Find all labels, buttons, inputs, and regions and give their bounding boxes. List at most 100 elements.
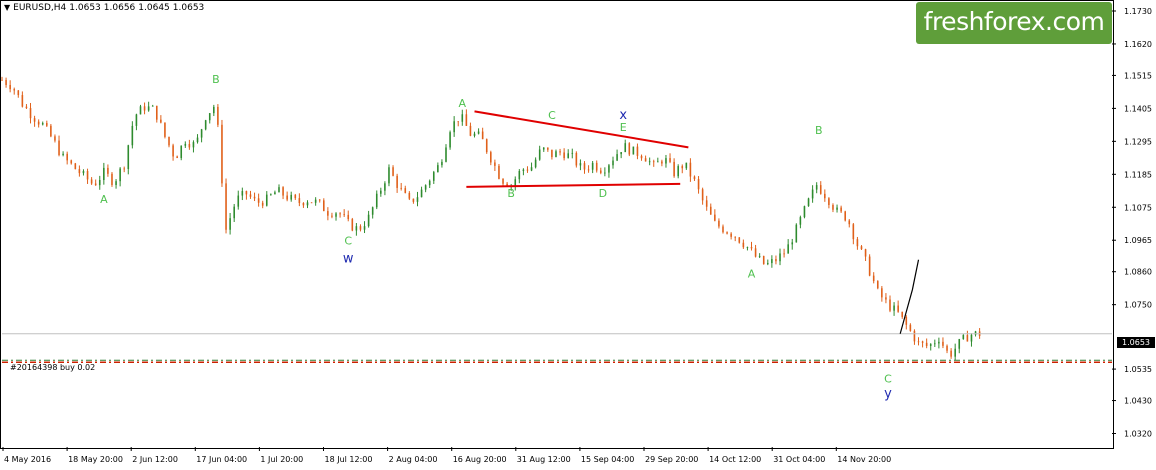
candle-body	[803, 206, 806, 218]
candle-body	[697, 179, 700, 190]
candle-body	[327, 211, 329, 216]
candle-body	[657, 161, 659, 163]
candle-body	[632, 146, 635, 155]
candle-body	[498, 165, 500, 179]
candle-body	[469, 125, 472, 136]
candle-body	[526, 169, 529, 171]
candle-body	[465, 114, 468, 126]
candle-body	[404, 188, 407, 193]
candle-body	[180, 145, 183, 159]
menu-triangle-icon[interactable]: ▼	[4, 3, 10, 12]
candle-body	[648, 161, 651, 163]
candle-body	[730, 233, 732, 237]
candle-body	[693, 176, 696, 180]
candle-body	[681, 166, 684, 169]
candle-body	[885, 297, 887, 300]
candle-body	[514, 179, 517, 186]
candle-body	[58, 140, 60, 156]
candle-body	[917, 341, 920, 343]
candle-body	[913, 330, 916, 342]
candle-body	[290, 194, 293, 200]
candle-body	[282, 187, 284, 196]
candle-body	[412, 198, 415, 202]
candle-body	[563, 152, 565, 159]
candle-body	[652, 161, 655, 163]
candle-body	[388, 167, 390, 184]
candle-body	[139, 106, 142, 115]
candle-body	[604, 172, 606, 174]
x-tick-label: 14 Oct 12:00	[709, 455, 761, 464]
wave-label: A	[748, 268, 756, 281]
candle-body	[954, 348, 956, 357]
candle-body	[473, 133, 476, 136]
order-label[interactable]: #20164398 buy 0.02	[10, 363, 95, 372]
candle-body	[5, 80, 7, 85]
candle-body	[734, 236, 737, 238]
x-tick-label: 2 Jun 12:00	[132, 455, 178, 464]
candle-body	[50, 125, 52, 137]
wave-label: C	[344, 235, 352, 248]
candle-body	[934, 343, 936, 345]
candle-body	[754, 248, 757, 257]
candle-body	[559, 151, 561, 153]
y-tick-label: 1.1515	[1124, 71, 1152, 80]
candle-body	[331, 215, 333, 217]
candle-body	[424, 185, 427, 190]
candle-body	[457, 121, 460, 123]
candle-body	[787, 244, 789, 254]
candle-body	[302, 203, 305, 206]
candle-body	[400, 187, 402, 189]
candle-body	[278, 187, 280, 193]
candle-body	[807, 198, 810, 207]
candle-body	[66, 153, 68, 161]
candle-body	[738, 237, 741, 243]
candle-body	[41, 123, 44, 125]
candle-body	[200, 129, 203, 138]
candle-body	[950, 350, 952, 357]
wave-label: w	[343, 252, 354, 267]
candle-body	[661, 161, 663, 164]
time-axis: 4 May 2016 18 May 20:00 2 Jun 12:00 17 Jun …	[2, 447, 891, 464]
candle-body	[94, 183, 97, 186]
candle-body	[384, 183, 386, 191]
candle-body	[685, 162, 688, 169]
candle-body	[310, 202, 313, 204]
candle-body	[78, 169, 81, 174]
symbol-label: EURUSD,H4	[13, 3, 67, 13]
wave-label: D	[599, 187, 607, 200]
candle-body	[624, 143, 627, 153]
candle-body	[392, 167, 394, 176]
wave-label: y	[884, 387, 892, 402]
candle-body	[974, 331, 977, 335]
candle-body	[481, 131, 484, 140]
candle-body	[355, 226, 358, 231]
close-value: 1.0653	[172, 3, 205, 13]
wave-label: E	[620, 121, 627, 134]
triangle-upper-line	[474, 110, 689, 149]
y-tick-label: 1.1730	[1124, 7, 1152, 16]
y-tick-label: 1.0750	[1124, 301, 1152, 310]
candle-body	[445, 147, 447, 162]
candle-body	[595, 162, 598, 171]
triangle-lower-line	[466, 182, 681, 188]
y-tick-label: 1.0320	[1124, 430, 1152, 439]
y-tick-label: 1.0535	[1124, 365, 1152, 374]
candle-body	[168, 136, 170, 146]
candle-body	[274, 192, 276, 195]
candle-body	[905, 316, 908, 325]
candles-layer	[1, 76, 981, 361]
candle-body	[970, 334, 973, 342]
candle-body	[640, 155, 643, 159]
candle-body	[872, 275, 875, 282]
candle-body	[783, 253, 785, 255]
candle-body	[893, 305, 895, 311]
candle-body	[852, 224, 855, 240]
forecast-line	[899, 259, 920, 334]
candle-body	[208, 113, 211, 121]
candle-body	[318, 199, 321, 201]
candle-body	[82, 171, 85, 174]
candle-body	[37, 121, 40, 125]
y-tick-label: 1.1620	[1124, 40, 1152, 49]
candle-body	[103, 167, 105, 181]
x-tick-label: 18 May 20:00	[68, 455, 123, 464]
